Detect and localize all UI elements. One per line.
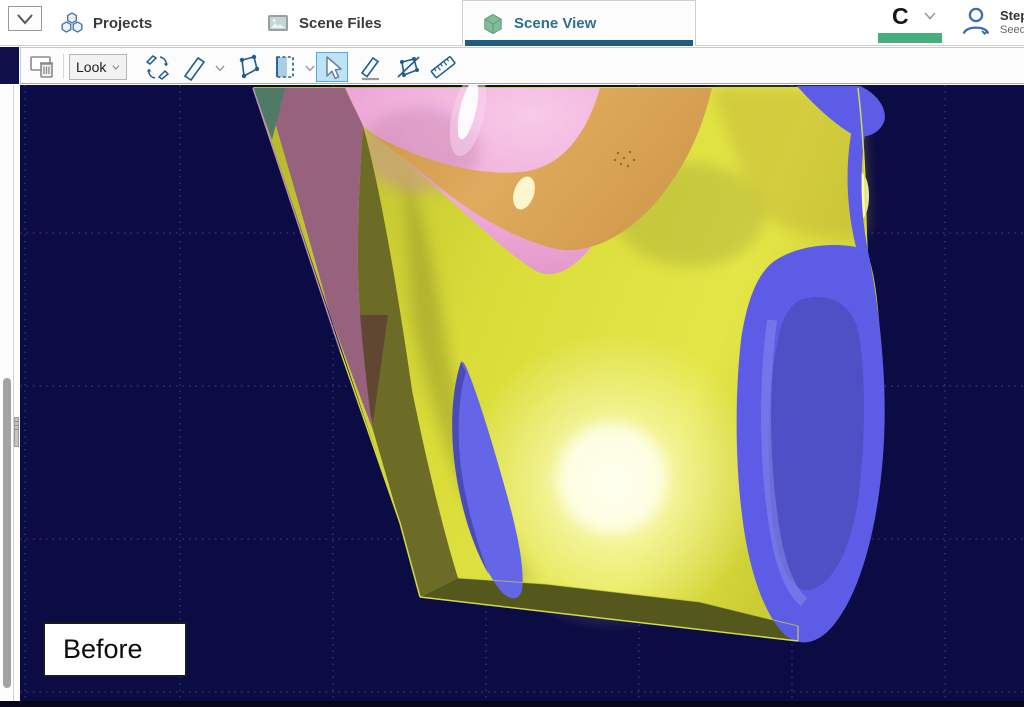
- account-menu[interactable]: Step Seequ: [960, 5, 1024, 37]
- ruler-icon: [429, 53, 457, 81]
- scene-files-image-icon: [266, 12, 290, 34]
- tab-scene-view-label: Scene View: [514, 15, 596, 32]
- vertical-scrollbar-thumb[interactable]: [3, 378, 11, 688]
- chevron-down-icon: [924, 12, 936, 20]
- scene-view-cube-icon: [481, 12, 505, 36]
- central-menu-button[interactable]: C: [878, 0, 942, 46]
- draw-line-blade-icon: [358, 54, 385, 81]
- toolbar-panel: Look: [20, 47, 1024, 84]
- draw-slicer-polygon-button[interactable]: [231, 52, 263, 82]
- tab-scene-view[interactable]: Scene View: [462, 0, 696, 46]
- slicer-blade-icon: [182, 54, 209, 81]
- draw-polygon-button[interactable]: [392, 52, 424, 82]
- toolbar-divider: [63, 54, 64, 79]
- annotation-text: Before: [63, 634, 143, 665]
- draw-line-button[interactable]: [355, 52, 387, 82]
- user-icon: [960, 5, 992, 37]
- tab-bar: Projects Scene Files Scene View C: [0, 0, 1024, 46]
- look-dropdown[interactable]: Look: [69, 54, 127, 80]
- central-active-indicator: [878, 33, 942, 43]
- slicer-polygon-icon: [234, 54, 261, 81]
- tab-scene-files-label: Scene Files: [299, 15, 382, 32]
- tab-scene-files[interactable]: Scene Files: [266, 0, 382, 46]
- scene-toolbar: Look: [0, 46, 1024, 85]
- clear-scene-icon: [29, 53, 57, 81]
- scene-mini-thumbnail: [0, 47, 19, 84]
- box-select-button[interactable]: [269, 52, 301, 82]
- box-select-dropdown-chevron[interactable]: [305, 65, 315, 72]
- central-logo: C: [892, 3, 909, 30]
- slicer-tool-dropdown-chevron[interactable]: [215, 65, 225, 72]
- measure-button[interactable]: [427, 52, 459, 82]
- select-arrow-icon: [319, 54, 346, 81]
- cycle-slicer-mode-button[interactable]: [141, 52, 173, 82]
- window-bottom-bar: [0, 701, 1024, 707]
- chevron-down-icon: [112, 64, 120, 71]
- tab-projects-label: Projects: [93, 15, 152, 32]
- collapse-panel-button[interactable]: [8, 6, 42, 31]
- account-org-name: Seequ: [1000, 24, 1024, 37]
- panel-border-line: [13, 85, 14, 702]
- box-select-icon: [272, 54, 299, 81]
- projects-cubes-icon: [60, 12, 84, 34]
- panel-splitter-handle[interactable]: [14, 417, 19, 447]
- look-dropdown-value: Look: [76, 59, 106, 75]
- annotation-before-label: Before: [43, 622, 187, 677]
- scene-3d-viewport[interactable]: Before: [20, 85, 1024, 702]
- draw-polygon-slash-icon: [395, 54, 422, 81]
- active-tab-underline: [465, 40, 693, 46]
- left-panel-strip: [0, 85, 20, 702]
- clear-scene-button[interactable]: [27, 52, 59, 82]
- account-user-name: Step: [1000, 8, 1024, 24]
- cycle-slicer-mode-icon: [144, 54, 171, 81]
- select-tool-button[interactable]: [316, 52, 348, 82]
- tab-projects[interactable]: Projects: [60, 0, 152, 46]
- scene-3d-model[interactable]: [20, 85, 1024, 702]
- draw-slicer-line-button[interactable]: [179, 52, 211, 82]
- chevron-down-icon: [16, 13, 34, 25]
